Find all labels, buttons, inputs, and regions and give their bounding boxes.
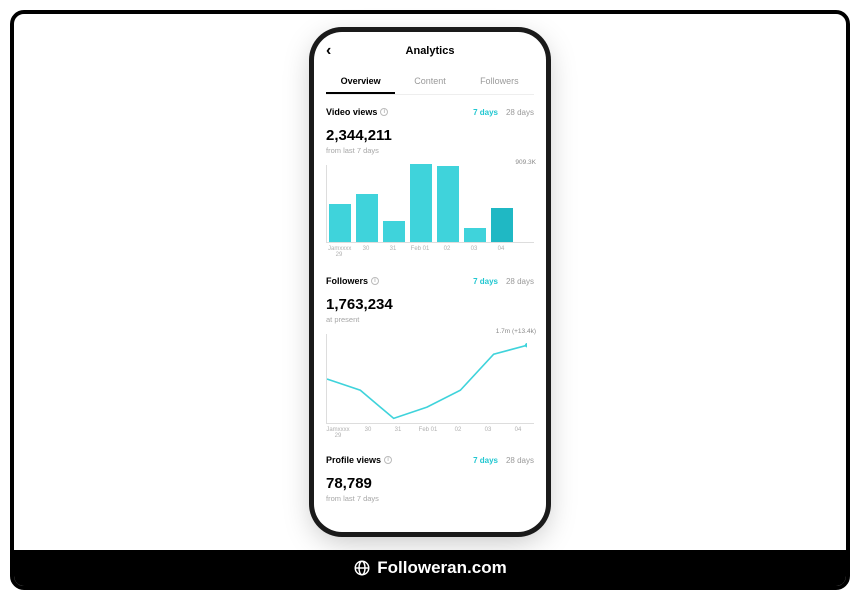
video-views-chart: 909.3K Jamxxxx 293031Feb 01020304: [326, 165, 534, 258]
info-icon[interactable]: i: [380, 108, 388, 116]
bar: [437, 166, 459, 242]
range-7days[interactable]: 7 days: [473, 277, 498, 286]
bar: [464, 228, 486, 242]
brand-text: Followeran.com: [377, 558, 506, 578]
range-28days[interactable]: 28 days: [506, 108, 534, 117]
tab-overview[interactable]: Overview: [326, 70, 395, 94]
page-title: Analytics: [326, 45, 534, 57]
x-tick: 30: [356, 427, 380, 439]
x-tick: 03: [463, 246, 485, 258]
phone-mockup: ‹ Analytics Overview Content Followers V…: [314, 32, 546, 532]
bar: [356, 194, 378, 242]
followers-subtitle: at present: [326, 315, 534, 324]
x-tick: 31: [382, 246, 404, 258]
brand-footer: Followeran.com: [14, 550, 846, 586]
bar: [410, 164, 432, 242]
profile-views-label: Profile views: [326, 455, 381, 465]
video-views-subtitle: from last 7 days: [326, 146, 534, 155]
range-7days[interactable]: 7 days: [473, 456, 498, 465]
followers-section: Followers i 7 days 28 days 1,763,234 at …: [326, 276, 534, 439]
x-tick: Feb 01: [416, 427, 440, 439]
video-views-section: Video views i 7 days 28 days 2,344,211 f…: [326, 107, 534, 258]
x-tick: Feb 01: [409, 246, 431, 258]
info-icon[interactable]: i: [384, 456, 392, 464]
x-tick: 31: [386, 427, 410, 439]
bar: [491, 208, 513, 242]
followers-annotation: 1.7m (+13.4k): [496, 328, 536, 335]
x-tick: 03: [476, 427, 500, 439]
followers-label: Followers: [326, 276, 368, 286]
x-tick: 04: [506, 427, 530, 439]
x-tick: 02: [436, 246, 458, 258]
app-header: ‹ Analytics: [326, 42, 534, 60]
tab-followers[interactable]: Followers: [465, 70, 534, 94]
tab-content[interactable]: Content: [395, 70, 464, 94]
x-tick: 04: [490, 246, 512, 258]
range-28days[interactable]: 28 days: [506, 456, 534, 465]
range-7days[interactable]: 7 days: [473, 108, 498, 117]
profile-views-value: 78,789: [326, 475, 534, 492]
bar: [383, 221, 405, 242]
video-views-value: 2,344,211: [326, 127, 534, 144]
profile-views-subtitle: from last 7 days: [326, 494, 534, 503]
globe-icon: [353, 559, 371, 577]
video-views-label: Video views: [326, 107, 377, 117]
range-28days[interactable]: 28 days: [506, 277, 534, 286]
profile-views-section: Profile views i 7 days 28 days 78,789 fr…: [326, 455, 534, 503]
tabs: Overview Content Followers: [326, 70, 534, 95]
x-tick: Jamxxxx 29: [328, 246, 350, 258]
bar: [329, 204, 351, 242]
x-tick: Jamxxxx 29: [326, 427, 350, 439]
x-tick: 02: [446, 427, 470, 439]
followers-chart: 1.7m (+13.4k): [326, 334, 534, 424]
peak-label: 909.3K: [515, 159, 536, 166]
followers-value: 1,763,234: [326, 296, 534, 313]
x-tick: 30: [355, 246, 377, 258]
info-icon[interactable]: i: [371, 277, 379, 285]
